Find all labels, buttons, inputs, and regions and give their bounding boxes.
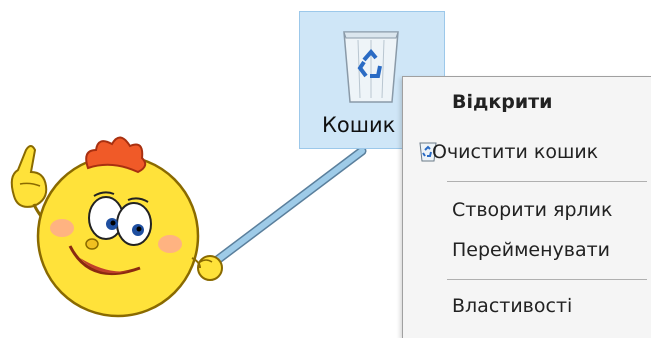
- menu-item-properties[interactable]: Властивості: [452, 295, 572, 317]
- menu-item-create-shortcut[interactable]: Створити ярлик: [452, 199, 612, 221]
- menu-item-open[interactable]: Відкрити: [452, 91, 552, 113]
- menu-separator: [447, 279, 647, 280]
- menu-item-empty-bin[interactable]: Очистити кошик: [432, 141, 598, 163]
- recycle-bin-label: Кошик: [322, 113, 396, 137]
- context-menu: Відкрити Очистити кошик Створити ярлик П…: [402, 76, 651, 338]
- recycle-bin-icon: [343, 31, 399, 103]
- mascot-right-hand: [197, 255, 223, 281]
- menu-item-rename[interactable]: Перейменувати: [452, 239, 610, 261]
- menu-separator: [447, 181, 647, 182]
- mascot-left-hand: [10, 145, 48, 208]
- mascot-eyes: [88, 196, 152, 246]
